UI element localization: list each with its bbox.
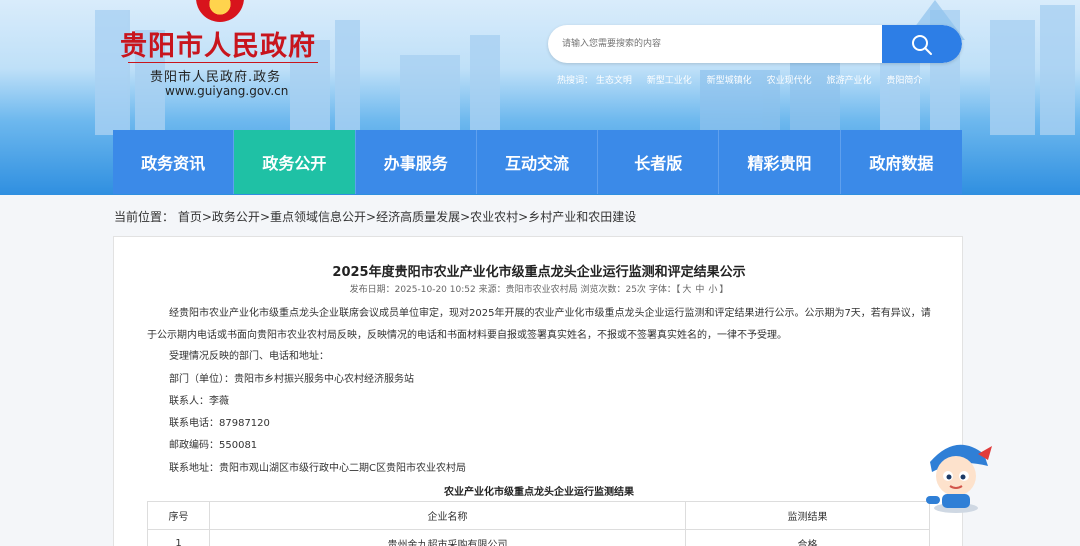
search-input[interactable] (548, 25, 882, 63)
table-cell: 1 (147, 529, 210, 546)
article-paragraph: 经贵阳市农业产业化市级重点龙头企业联席会议成员单位审定，现对2025年开展的农业… (147, 308, 931, 341)
logo-divider (128, 62, 318, 63)
site-header: 贵阳市人民政府 贵阳市人民政府.政务 www.guiyang.gov.cn 热搜… (0, 0, 1080, 195)
hotword-link[interactable]: 新型城镇化 (707, 76, 752, 86)
hotword-link[interactable]: 贵阳简介 (886, 76, 922, 86)
article-source: 来源：贵阳市农业农村局 (478, 285, 578, 295)
table-title: 农业产业化市级重点龙头企业运行监测结果 (444, 487, 634, 498)
font-size-label: 字体：【 (648, 285, 681, 295)
column-header: 监测结果 (685, 501, 930, 530)
view-count: 浏览次数：25次 (580, 285, 646, 295)
table-row: 1 贵州金九超市采购有限公司 合格 (147, 529, 930, 546)
breadcrumb-item[interactable]: 乡村产业和农田建设 (528, 210, 636, 224)
contact-department: 部门（单位）：贵阳市乡村振兴服务中心农村经济服务站 (169, 374, 414, 385)
breadcrumb: 当前位置： 首页>政务公开>重点领域信息公开>经济高质量发展>农业农村>乡村产业… (114, 208, 636, 225)
main-nav: 政务资讯 政务公开 办事服务 互动交流 长者版 精彩贵阳 政府数据 (113, 130, 962, 194)
font-size-medium-button[interactable]: 中 (695, 285, 704, 295)
hotword-link[interactable]: 旅游产业化 (826, 76, 871, 86)
hotwords-label: 热搜词： (557, 76, 594, 86)
nav-item-interaction[interactable]: 互动交流 (476, 130, 599, 194)
column-header: 企业名称 (209, 501, 686, 530)
nav-item-wonderful-guiyang[interactable]: 精彩贵阳 (719, 130, 841, 194)
search-button[interactable] (882, 25, 962, 63)
search-box (548, 25, 962, 63)
table-cell: 贵州金九超市采购有限公司 (209, 529, 686, 546)
nav-item-elder-version[interactable]: 长者版 (598, 130, 720, 194)
nav-item-government-data[interactable]: 政府数据 (840, 130, 962, 194)
nav-item-services[interactable]: 办事服务 (355, 130, 477, 194)
table-header-row: 序号 企业名称 监测结果 (147, 501, 930, 530)
contact-postcode: 邮政编码：550081 (169, 440, 258, 451)
hot-search-words: 热搜词： 生态文明 新型工业化 新型城镇化 农业现代化 旅游产业化 贵阳简介 (557, 73, 934, 86)
breadcrumb-separator: > (460, 210, 471, 224)
breadcrumb-item[interactable]: 经济高质量发展 (376, 210, 460, 224)
contact-intro: 受理情况反映的部门、电话和地址： (169, 351, 329, 362)
site-url: www.guiyang.gov.cn (165, 84, 289, 98)
table-cell: 合格 (685, 529, 930, 546)
breadcrumb-separator: > (259, 210, 270, 224)
hotword-link[interactable]: 农业现代化 (767, 76, 812, 86)
publish-date: 发布日期：2025-10-20 10:52 (349, 285, 476, 295)
column-header: 序号 (147, 501, 210, 530)
site-title: 贵阳市人民政府 (120, 31, 316, 62)
results-table: 序号 企业名称 监测结果 1 贵州金九超市采购有限公司 合格 (147, 501, 930, 546)
breadcrumb-home[interactable]: 首页 (178, 210, 202, 224)
breadcrumb-item[interactable]: 农业农村 (470, 210, 518, 224)
breadcrumb-separator: > (518, 210, 529, 224)
font-size-large-button[interactable]: 大 (682, 285, 691, 295)
breadcrumb-item[interactable]: 重点领域信息公开 (270, 210, 366, 224)
nav-item-open-government[interactable]: 政务公开 (234, 130, 356, 194)
font-size-small-button[interactable]: 小 (708, 285, 717, 295)
article-meta: 发布日期：2025-10-20 10:52 来源：贵阳市农业农村局 浏览次数：2… (114, 282, 964, 295)
mascot-assistant-icon[interactable] (918, 432, 994, 514)
hotword-link[interactable]: 生态文明 (596, 76, 632, 86)
breadcrumb-separator: > (366, 210, 377, 224)
nav-item-news[interactable]: 政务资讯 (113, 130, 235, 194)
contact-address: 联系地址：贵阳市观山湖区市级行政中心二期C区贵阳市农业农村局 (169, 463, 466, 474)
hotword-link[interactable]: 新型工业化 (647, 76, 692, 86)
font-size-bracket: 】 (719, 285, 729, 295)
site-subtitle: 贵阳市人民政府.政务 (150, 70, 282, 85)
contact-person: 联系人：李薇 (169, 396, 229, 407)
breadcrumb-separator: > (201, 210, 212, 224)
search-icon (912, 35, 932, 55)
article-panel: 2025年度贵阳市农业产业化市级重点龙头企业运行监测和评定结果公示 发布日期：2… (113, 236, 963, 546)
article-title: 2025年度贵阳市农业产业化市级重点龙头企业运行监测和评定结果公示 (332, 265, 746, 280)
breadcrumb-item[interactable]: 政务公开 (212, 210, 260, 224)
breadcrumb-label: 当前位置： (114, 210, 175, 224)
contact-phone: 联系电话：87987120 (169, 418, 270, 429)
